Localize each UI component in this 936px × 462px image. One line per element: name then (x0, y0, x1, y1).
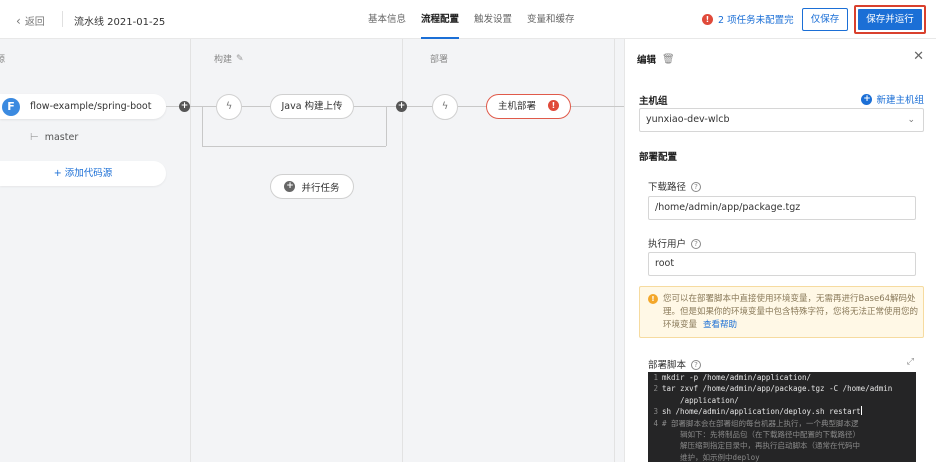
panel-title-label: 编辑 (637, 55, 657, 66)
tab-basic-info[interactable]: 基本信息 (368, 0, 406, 39)
stage-source-label: 源 (0, 55, 6, 65)
panel-title: 编辑 🗑 (637, 52, 675, 67)
trash-icon[interactable]: 🗑 (662, 54, 675, 65)
exec-user-label: 执行用户? (648, 236, 702, 250)
stage-divider (614, 39, 615, 462)
warning-text: 2 项任务未配置完 (718, 15, 794, 26)
connector-line (166, 106, 216, 107)
error-icon: ! (702, 13, 713, 25)
help-icon[interactable]: ? (691, 359, 702, 370)
host-group-label: 主机组 (639, 96, 668, 107)
deploy-job-card[interactable]: 主机部署! (486, 94, 571, 119)
notice-body: 您可以在部署脚本中直接使用环境变量，无需再进行Base64解码处理。但是如果你的… (663, 294, 919, 330)
error-icon: ! (548, 100, 559, 111)
code-line: 维护，如示例中deploy (662, 452, 760, 462)
close-icon[interactable]: ✕ (913, 49, 924, 64)
connector-line (202, 146, 386, 147)
stage-title-build[interactable]: 构建 ✎ (214, 52, 244, 66)
download-path-label: 下载路径? (648, 179, 702, 193)
view-help-link[interactable]: 查看帮助 (703, 320, 737, 330)
text-cursor (860, 406, 862, 416)
code-line: 2 tar zxvf /home/admin/app/package.tgz -C… (653, 384, 893, 394)
stage-divider (190, 39, 191, 462)
new-host-group-label: 新建主机组 (876, 95, 924, 106)
tab-flow-config[interactable]: 流程配置 (421, 0, 460, 39)
trigger-icon[interactable]: ϟ (216, 94, 242, 120)
unconfigured-tasks-warning[interactable]: ! 2 项任务未配置完 (702, 12, 794, 26)
source-logo-icon: F (2, 97, 20, 116)
parallel-label: 并行任务 (301, 182, 340, 194)
save-button[interactable]: 仅保存 (802, 8, 848, 31)
branch-icon: ⊢ (30, 132, 39, 143)
source-branch: ⊢ master (30, 132, 78, 143)
header-divider (62, 11, 63, 27)
add-source-button[interactable]: + 添加代码源 (0, 161, 166, 186)
build-job-card[interactable]: Java 构建上传 (270, 94, 354, 119)
code-line: 3 sh /home/admin/application/deploy.sh re… (653, 406, 862, 417)
download-path-text: 下载路径 (648, 182, 687, 193)
add-stage-icon[interactable]: + (179, 101, 190, 112)
help-icon[interactable]: ? (691, 181, 702, 192)
script-label-text: 部署脚本 (648, 360, 687, 371)
download-path-input[interactable]: /home/admin/app/package.tgz (648, 196, 916, 220)
back-label: 返回 (24, 17, 45, 28)
pencil-icon[interactable]: ✎ (236, 54, 244, 64)
trigger-icon[interactable]: ϟ (432, 94, 458, 120)
stage-title-source: 源 (0, 52, 5, 65)
exec-user-input[interactable]: root (648, 252, 916, 276)
back-button[interactable]: ‹ 返回 (16, 13, 45, 29)
connector-line (571, 106, 624, 107)
connector-line (242, 106, 270, 107)
branch-name: master (44, 132, 79, 143)
connector-line (354, 106, 432, 107)
plus-circle-icon: + (861, 93, 873, 105)
plus-icon: + (284, 181, 296, 192)
source-card[interactable]: F flow-example/spring-boot (0, 94, 166, 119)
stage-title-deploy: 部署 (430, 52, 448, 65)
exec-user-text: 执行用户 (648, 239, 687, 250)
connector-line (386, 106, 387, 146)
env-var-notice: ! 您可以在部署脚本中直接使用环境变量，无需再进行Base64解码处理。但是如果… (639, 286, 924, 338)
warning-icon: ! (648, 294, 658, 304)
source-name: flow-example/spring-boot (30, 101, 152, 112)
stage-deploy-label: 部署 (430, 55, 449, 65)
chevron-down-icon: ⌄ (907, 115, 915, 125)
tab-trigger-settings[interactable]: 触发设置 (474, 0, 512, 39)
connector-line (202, 106, 203, 146)
add-parallel-task-button[interactable]: + 并行任务 (270, 174, 354, 199)
deploy-config-label: 部署配置 (639, 152, 678, 163)
save-run-highlight: 保存并运行 (854, 5, 926, 34)
add-stage-icon[interactable]: + (396, 101, 407, 112)
save-and-run-button[interactable]: 保存并运行 (858, 9, 922, 30)
code-line: 4 # 部署脚本会在部署组的每台机器上执行，一个典型脚本逻 (653, 418, 859, 428)
pipeline-title: 流水线 2021-01-25 (74, 17, 166, 28)
host-group-value: yunxiao-dev-wlcb (646, 114, 730, 125)
script-editor[interactable]: 1 mkdir -p /home/admin/application/ 2 tar … (648, 372, 916, 462)
host-group-select[interactable]: yunxiao-dev-wlcb ⌄ (639, 108, 924, 132)
code-line: 1 mkdir -p /home/admin/application/ (653, 373, 812, 382)
code-line: 解压缩到指定目录中，再执行启动脚本（通常在代码中 (662, 441, 861, 451)
tab-variables-cache[interactable]: 变量和缓存 (527, 0, 575, 39)
expand-icon[interactable]: ⤢ (907, 357, 914, 367)
code-line: 辑如下：先将制品包（在下载路径中配置的下载路径） (662, 430, 861, 440)
script-label: 部署脚本? (648, 357, 702, 371)
config-tabs: 基本信息 流程配置 触发设置 变量和缓存 (368, 0, 590, 39)
connector-line (458, 106, 486, 107)
top-header: ‹ 返回 流水线 2021-01-25 基本信息 流程配置 触发设置 变量和缓存… (0, 0, 936, 39)
chevron-left-icon: ‹ (16, 13, 21, 28)
new-host-group-button[interactable]: + 新建主机组 (861, 92, 924, 106)
notice-text: 您可以在部署脚本中直接使用环境变量，无需再进行Base64解码处理。但是如果你的… (663, 293, 921, 332)
deploy-job-label: 主机部署 (497, 101, 536, 112)
edit-panel: 编辑 🗑 ✕ 主机组 + 新建主机组 yunxiao-dev-wlcb ⌄ 部署… (624, 39, 936, 462)
stage-build-label: 构建 (214, 55, 233, 65)
pipeline-canvas: 源 构建 ✎ 部署 F flow-example/spring-boot ⊢ m… (0, 39, 624, 462)
help-icon[interactable]: ? (691, 238, 702, 249)
code-line: /application/ (662, 395, 739, 405)
